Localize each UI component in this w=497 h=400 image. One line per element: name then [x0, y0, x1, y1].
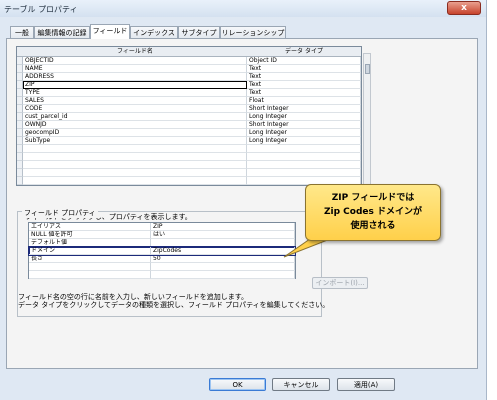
- callout-annotation: ZIP フィールドでは Zip Codes ドメインが 使用される: [305, 184, 441, 241]
- callout-line: ZIP フィールドでは: [331, 193, 415, 203]
- callout-line: Zip Codes ドメインが: [323, 207, 422, 217]
- table-properties-dialog: テーブル プロパティ x 一般 編集情報の記録 フィールド インデックス サブタ…: [0, 0, 487, 400]
- callout-line: 使用される: [350, 221, 396, 231]
